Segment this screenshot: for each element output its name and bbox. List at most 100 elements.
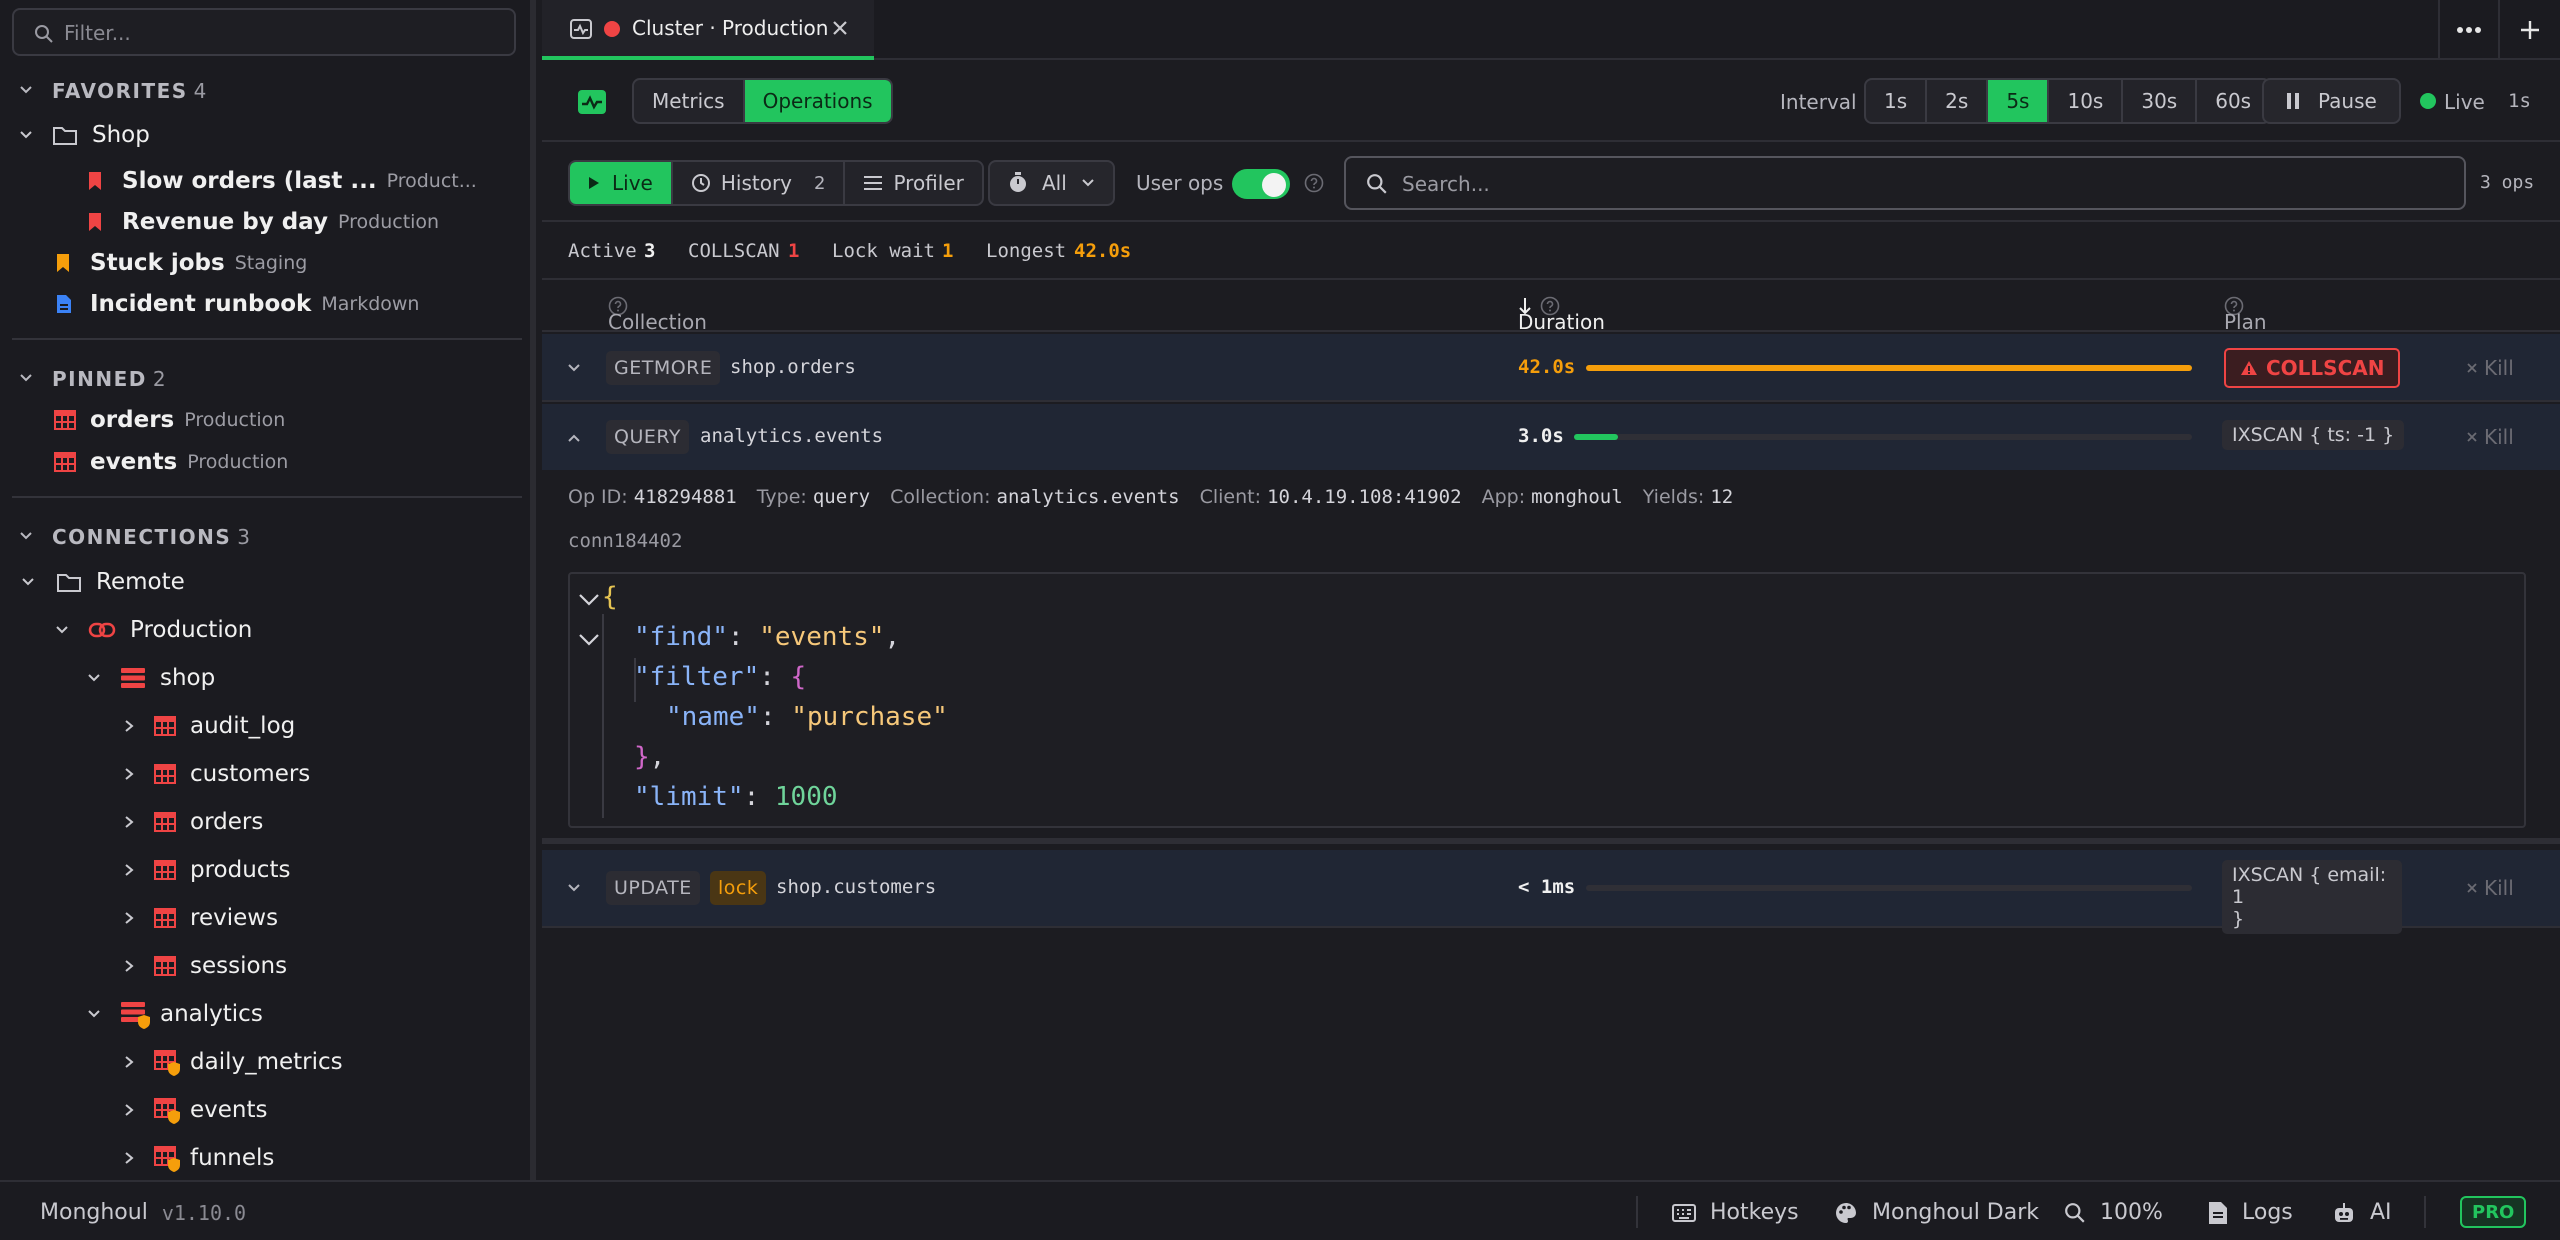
interval-1s[interactable]: 1s — [1866, 80, 1928, 122]
database-shop[interactable]: shop — [86, 659, 215, 697]
connection-production[interactable]: Production — [54, 611, 252, 649]
database-icon — [120, 1001, 150, 1029]
collection-item[interactable]: events — [122, 1091, 268, 1129]
ops-count: 3 ops — [2480, 172, 2535, 193]
filter-field[interactable] — [12, 8, 516, 56]
database-icon — [121, 668, 145, 688]
search-field[interactable] — [1344, 156, 2466, 210]
mode-live[interactable]: Live — [570, 162, 673, 204]
interval-60s[interactable]: 60s — [2197, 80, 2269, 122]
divider — [12, 496, 522, 498]
table-row[interactable]: UPDATE lock shop.customers < 1ms IXSCAN … — [542, 850, 2560, 934]
history-icon — [691, 174, 710, 192]
filter-input[interactable] — [64, 18, 504, 48]
collection-item[interactable]: customers — [122, 755, 310, 793]
pinned-header[interactable]: PINNED 2 — [0, 358, 530, 398]
favorite-item-runbook[interactable]: Incident runbook Markdown — [56, 285, 419, 323]
help-icon[interactable] — [1304, 173, 1324, 193]
connections-header[interactable]: CONNECTIONS 3 — [0, 516, 530, 556]
json-brace: } — [634, 742, 650, 772]
database-analytics[interactable]: analytics — [86, 995, 263, 1033]
pinned-item-events[interactable]: events Production — [54, 443, 288, 481]
ai-label: AI — [2370, 1200, 2392, 1225]
command-viewer: { "find": "events", "filter": { "name": … — [568, 572, 2526, 828]
favorites-header[interactable]: FAVORITES 4 — [0, 70, 530, 110]
collection-item[interactable]: sessions — [122, 947, 287, 985]
collection-item[interactable]: orders — [122, 803, 263, 841]
logs-button[interactable]: Logs — [2208, 1200, 2293, 1225]
table-row[interactable]: QUERY analytics.events 3.0s IXSCAN { ts:… — [542, 404, 2560, 470]
op-type-filter[interactable]: All — [988, 160, 1115, 206]
chevron-down-icon — [88, 674, 100, 682]
mode-history[interactable]: History 2 — [673, 162, 846, 204]
kill-button[interactable]: Kill — [2466, 356, 2514, 380]
collection-item[interactable]: daily_metrics — [122, 1043, 343, 1081]
interval-10s[interactable]: 10s — [2049, 80, 2124, 122]
chevron-down-icon[interactable] — [566, 880, 582, 896]
fold-chevron-icon[interactable] — [578, 632, 600, 648]
table-icon — [154, 812, 176, 832]
table-row[interactable]: GETMORE shop.orders 42.0s COLLSCAN Kill — [542, 334, 2560, 402]
op-type-badge: QUERY — [606, 420, 689, 454]
table-icon-wrap — [154, 1050, 182, 1076]
interval-5s[interactable]: 5s — [1988, 80, 2050, 122]
client-label: Client: — [1199, 486, 1262, 508]
live-label: Live — [2444, 90, 2485, 114]
chevron-down-icon — [1082, 179, 1094, 187]
bookmark-icon — [57, 254, 69, 272]
zoom-button[interactable]: 100% — [2064, 1200, 2163, 1225]
favorite-item-slow-orders[interactable]: Slow orders (last ... Product... — [88, 162, 477, 200]
header-collection[interactable]: Collection — [608, 296, 707, 334]
new-tab-button[interactable] — [2498, 0, 2560, 60]
favorite-name: Stuck jobs — [90, 250, 225, 276]
collection-item[interactable]: products — [122, 851, 290, 889]
op-duration: 3.0s — [1518, 425, 1564, 447]
plan-value: IXSCAN { email: 1} — [2222, 860, 2402, 934]
app-label: App: — [1481, 486, 1526, 508]
more-button[interactable] — [2438, 0, 2498, 60]
favorites-folder-shop[interactable]: Shop — [18, 116, 150, 154]
bookmark-icon — [89, 213, 101, 231]
fold-chevron-icon[interactable] — [578, 592, 600, 608]
favorite-item-revenue[interactable]: Revenue by day Production — [88, 203, 439, 241]
chevron-down-icon — [56, 626, 68, 634]
collection-item[interactable]: audit_log — [122, 707, 295, 745]
bookmark-icon — [89, 172, 101, 190]
stat-lockwait-value: 1 — [942, 240, 954, 262]
kill-button[interactable]: Kill — [2466, 425, 2514, 449]
view-metrics[interactable]: Metrics — [634, 80, 745, 122]
chevron-right-icon — [125, 1152, 134, 1164]
pause-button[interactable]: Pause — [2262, 78, 2401, 124]
hotkeys-button[interactable]: Hotkeys — [1672, 1200, 1799, 1225]
search-input[interactable] — [1402, 170, 2442, 198]
op-duration: < 1ms — [1518, 876, 1576, 898]
divider — [1636, 1196, 1638, 1228]
favorites-title: FAVORITES — [52, 79, 188, 103]
header-duration[interactable]: Duration — [1518, 296, 1605, 334]
view-operations[interactable]: Operations — [744, 80, 891, 122]
interval-30s[interactable]: 30s — [2123, 80, 2198, 122]
kill-button[interactable]: Kill — [2466, 876, 2514, 900]
chevron-right-icon — [125, 1104, 134, 1116]
chevron-right-icon — [125, 912, 134, 924]
collection-item[interactable]: reviews — [122, 899, 278, 937]
mode-profiler[interactable]: Profiler — [845, 162, 981, 204]
ai-button[interactable]: AI — [2332, 1200, 2392, 1225]
chevron-down-icon[interactable] — [566, 360, 582, 376]
interval-2s[interactable]: 2s — [1927, 80, 1989, 122]
folder-remote[interactable]: Remote — [20, 563, 185, 601]
favorite-item-stuck-jobs[interactable]: Stuck jobs Staging — [56, 244, 307, 282]
tab-cluster-production[interactable]: Cluster · Production — [542, 0, 874, 60]
collection-value: analytics.events — [996, 486, 1180, 508]
collection-item[interactable]: funnels — [122, 1139, 274, 1177]
tab-label: Cluster · Production — [632, 16, 829, 40]
header-plan[interactable]: Plan — [2224, 296, 2267, 334]
pinned-item-orders[interactable]: orders Production — [54, 401, 285, 439]
chevron-up-icon[interactable] — [566, 430, 582, 446]
close-icon[interactable] — [830, 18, 850, 38]
pinned-name: events — [90, 449, 178, 475]
theme-button[interactable]: Monghoul Dark — [1834, 1200, 2039, 1225]
warning-shield-icon — [168, 1158, 180, 1172]
user-ops-toggle[interactable] — [1232, 169, 1290, 199]
chevron-down-icon — [20, 86, 32, 94]
